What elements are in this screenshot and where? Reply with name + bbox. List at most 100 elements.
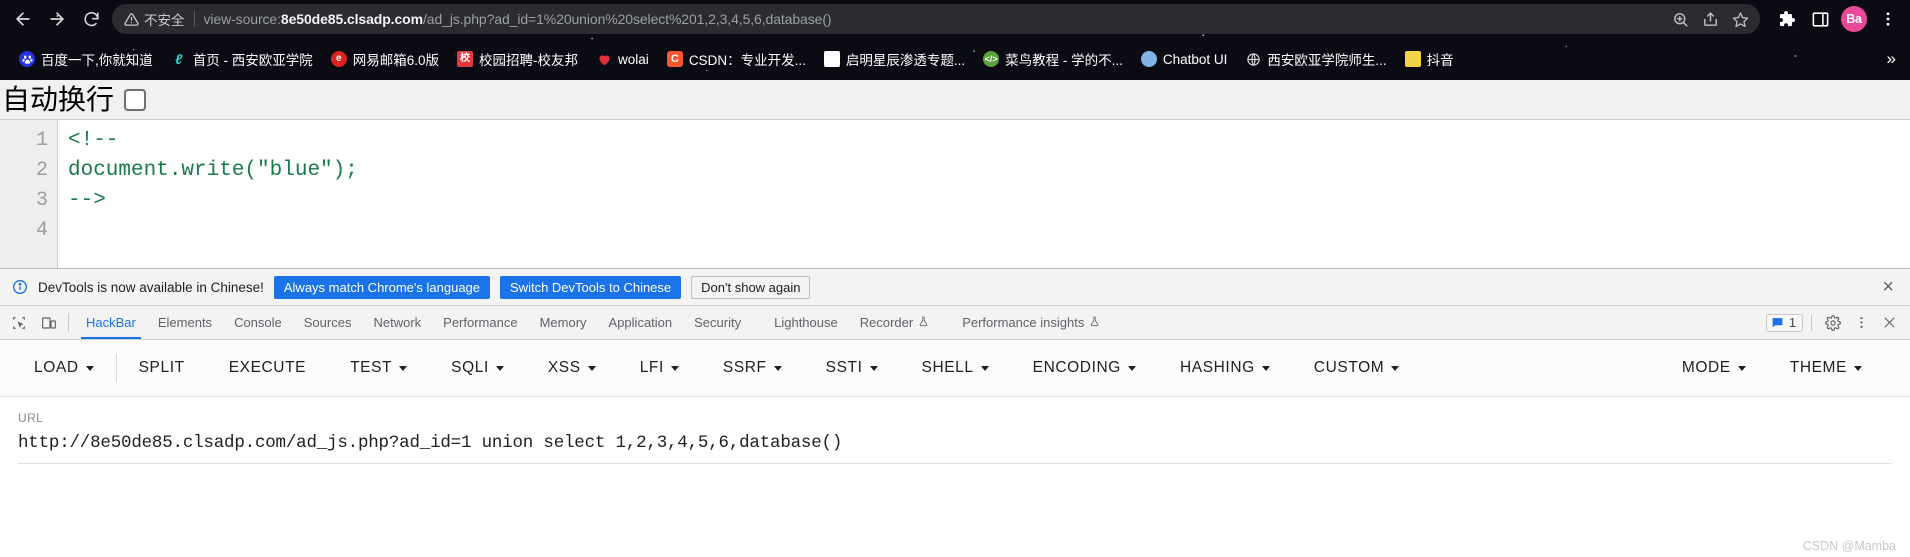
- hackbar-url-input[interactable]: [18, 433, 1892, 464]
- chevron-down-icon[interactable]: [773, 365, 782, 371]
- bookmark-item[interactable]: 西安欧亚学院师生...: [1236, 45, 1395, 73]
- bookmark-item[interactable]: wolai: [587, 47, 658, 71]
- hackbar-custom-button[interactable]: CUSTOM: [1292, 359, 1421, 377]
- hackbar-execute-button[interactable]: EXECUTE: [207, 359, 328, 377]
- tab-performance-insights[interactable]: Performance insights: [940, 306, 1111, 339]
- hackbar-sqli-button[interactable]: SQLI: [429, 359, 526, 377]
- tab-elements[interactable]: Elements: [147, 306, 223, 339]
- forward-button[interactable]: [40, 2, 74, 36]
- heart-favicon: [596, 51, 612, 67]
- experiment-flask-icon: [1089, 315, 1100, 331]
- omnibox-actions: [1666, 6, 1754, 32]
- bookmark-item[interactable]: ℓ 首页 - 西安欧亚学院: [162, 45, 322, 73]
- more-vertical-icon[interactable]: [1848, 311, 1874, 335]
- tab-label: Recorder: [859, 315, 914, 330]
- always-match-language-button[interactable]: Always match Chrome's language: [273, 275, 491, 299]
- hackbar-mode-button[interactable]: MODE: [1674, 359, 1768, 377]
- devtools-panel: DevTools is now available in Chinese! Al…: [0, 268, 1910, 557]
- tab-performance[interactable]: Performance: [432, 306, 528, 339]
- omnibox-url[interactable]: view-source:8e50de85.clsadp.com/ad_js.ph…: [204, 11, 1661, 27]
- chevron-down-icon[interactable]: [399, 365, 408, 371]
- tab-security[interactable]: Security: [683, 306, 752, 339]
- chevron-down-icon[interactable]: [980, 365, 989, 371]
- tab-console[interactable]: Console: [223, 306, 293, 339]
- tab-application[interactable]: Application: [598, 306, 684, 339]
- line-wrap-checkbox[interactable]: [124, 88, 147, 111]
- button-label: LOAD: [34, 359, 79, 376]
- zoom-in-icon[interactable]: [1666, 6, 1694, 32]
- button-label: SHELL: [921, 359, 974, 376]
- share-icon[interactable]: [1696, 6, 1724, 32]
- bookmark-item[interactable]: Chatbot UI: [1132, 47, 1237, 71]
- chevron-down-icon[interactable]: [1737, 365, 1746, 371]
- bookmarks-bar: 百度一下,你就知道 ℓ 首页 - 西安欧亚学院 e 网易邮箱6.0版 校 校园招…: [0, 38, 1910, 80]
- chevron-down-icon[interactable]: [495, 365, 504, 371]
- button-label: CUSTOM: [1313, 359, 1385, 376]
- close-icon[interactable]: [1876, 311, 1902, 335]
- source-line: document.write("blue");: [68, 159, 358, 182]
- device-toolbar-icon[interactable]: [34, 306, 64, 339]
- hackbar-theme-button[interactable]: THEME: [1768, 359, 1884, 377]
- hackbar-hashing-button[interactable]: HASHING: [1158, 359, 1292, 377]
- hackbar-xss-button[interactable]: XSS: [526, 359, 618, 377]
- extensions-icon[interactable]: [1770, 3, 1802, 35]
- back-button[interactable]: [6, 2, 40, 36]
- hackbar-shell-button[interactable]: SHELL: [900, 359, 1011, 377]
- close-icon[interactable]: ×: [1876, 277, 1900, 297]
- security-label: 不安全: [144, 13, 185, 28]
- avatar[interactable]: Ba: [1838, 3, 1870, 35]
- hackbar-ssti-button[interactable]: SSTI: [804, 359, 900, 377]
- reload-button[interactable]: [74, 2, 108, 36]
- bookmark-item[interactable]: 校 校园招聘-校友邦: [448, 45, 587, 73]
- chevron-down-icon[interactable]: [587, 365, 596, 371]
- tab-network[interactable]: Network: [362, 306, 432, 339]
- notice-message: DevTools is now available in Chinese!: [38, 279, 264, 295]
- chevron-down-icon[interactable]: [85, 365, 94, 371]
- bookmark-item[interactable]: </> 菜鸟教程 - 学的不...: [974, 45, 1132, 73]
- chevron-down-icon[interactable]: [1391, 365, 1400, 371]
- tab-lighthouse[interactable]: Lighthouse: [752, 306, 849, 339]
- security-indicator[interactable]: 不安全: [124, 9, 185, 29]
- hackbar-test-button[interactable]: TEST: [328, 359, 429, 377]
- switch-devtools-language-button[interactable]: Switch DevTools to Chinese: [500, 275, 682, 299]
- gear-icon[interactable]: [1820, 311, 1846, 335]
- source-code-lines[interactable]: <!-- document.write("blue"); -->: [58, 120, 1910, 268]
- button-label: SSTI: [825, 359, 863, 376]
- hackbar-encoding-button[interactable]: ENCODING: [1011, 359, 1158, 377]
- devtools-language-notice: DevTools is now available in Chinese! Al…: [0, 269, 1910, 306]
- dont-show-again-button[interactable]: Don't show again: [691, 275, 811, 299]
- chevron-down-icon[interactable]: [670, 365, 679, 371]
- bookmark-star-icon[interactable]: [1726, 6, 1754, 32]
- hackbar-lfi-button[interactable]: LFI: [618, 359, 701, 377]
- message-count-badge[interactable]: 1: [1766, 313, 1803, 332]
- chevron-down-icon[interactable]: [1261, 365, 1270, 371]
- chevron-down-icon[interactable]: [1127, 365, 1136, 371]
- bookmark-item[interactable]: 抖音: [1396, 45, 1463, 73]
- side-panel-icon[interactable]: [1804, 3, 1836, 35]
- tab-recorder[interactable]: Recorder: [849, 306, 940, 339]
- bookmark-item[interactable]: C CSDN：专业开发...: [658, 45, 815, 73]
- tab-sources[interactable]: Sources: [293, 306, 363, 339]
- inspect-element-icon[interactable]: [4, 306, 34, 339]
- bookmark-item[interactable]: e 网易邮箱6.0版: [322, 45, 448, 73]
- chevron-down-icon[interactable]: [1854, 365, 1862, 371]
- hackbar-load-button[interactable]: LOAD: [26, 359, 116, 377]
- chatbot-favicon: [1140, 51, 1157, 67]
- chrome-menu-icon[interactable]: [1872, 3, 1904, 35]
- bookmarks-overflow-button[interactable]: »: [1881, 49, 1902, 69]
- omnibox-divider: [193, 11, 195, 27]
- chevron-down-icon[interactable]: [869, 365, 878, 371]
- bookmark-item[interactable]: 启明星辰渗透专题...: [815, 45, 974, 73]
- omnibox[interactable]: 不安全 view-source:8e50de85.clsadp.com/ad_j…: [112, 4, 1760, 34]
- tab-hackbar[interactable]: HackBar: [75, 306, 147, 339]
- hackbar-split-button[interactable]: SPLIT: [117, 359, 207, 377]
- button-label: TEST: [350, 359, 393, 376]
- hackbar-ssrf-button[interactable]: SSRF: [701, 359, 804, 377]
- button-label: LFI: [639, 359, 664, 376]
- button-label: XSS: [547, 359, 581, 376]
- tab-memory[interactable]: Memory: [529, 306, 598, 339]
- info-icon: [12, 279, 28, 295]
- devtools-tabbar-actions: 1: [1766, 306, 1910, 339]
- source-line: -->: [68, 189, 106, 212]
- bookmark-item[interactable]: 百度一下,你就知道: [10, 45, 162, 73]
